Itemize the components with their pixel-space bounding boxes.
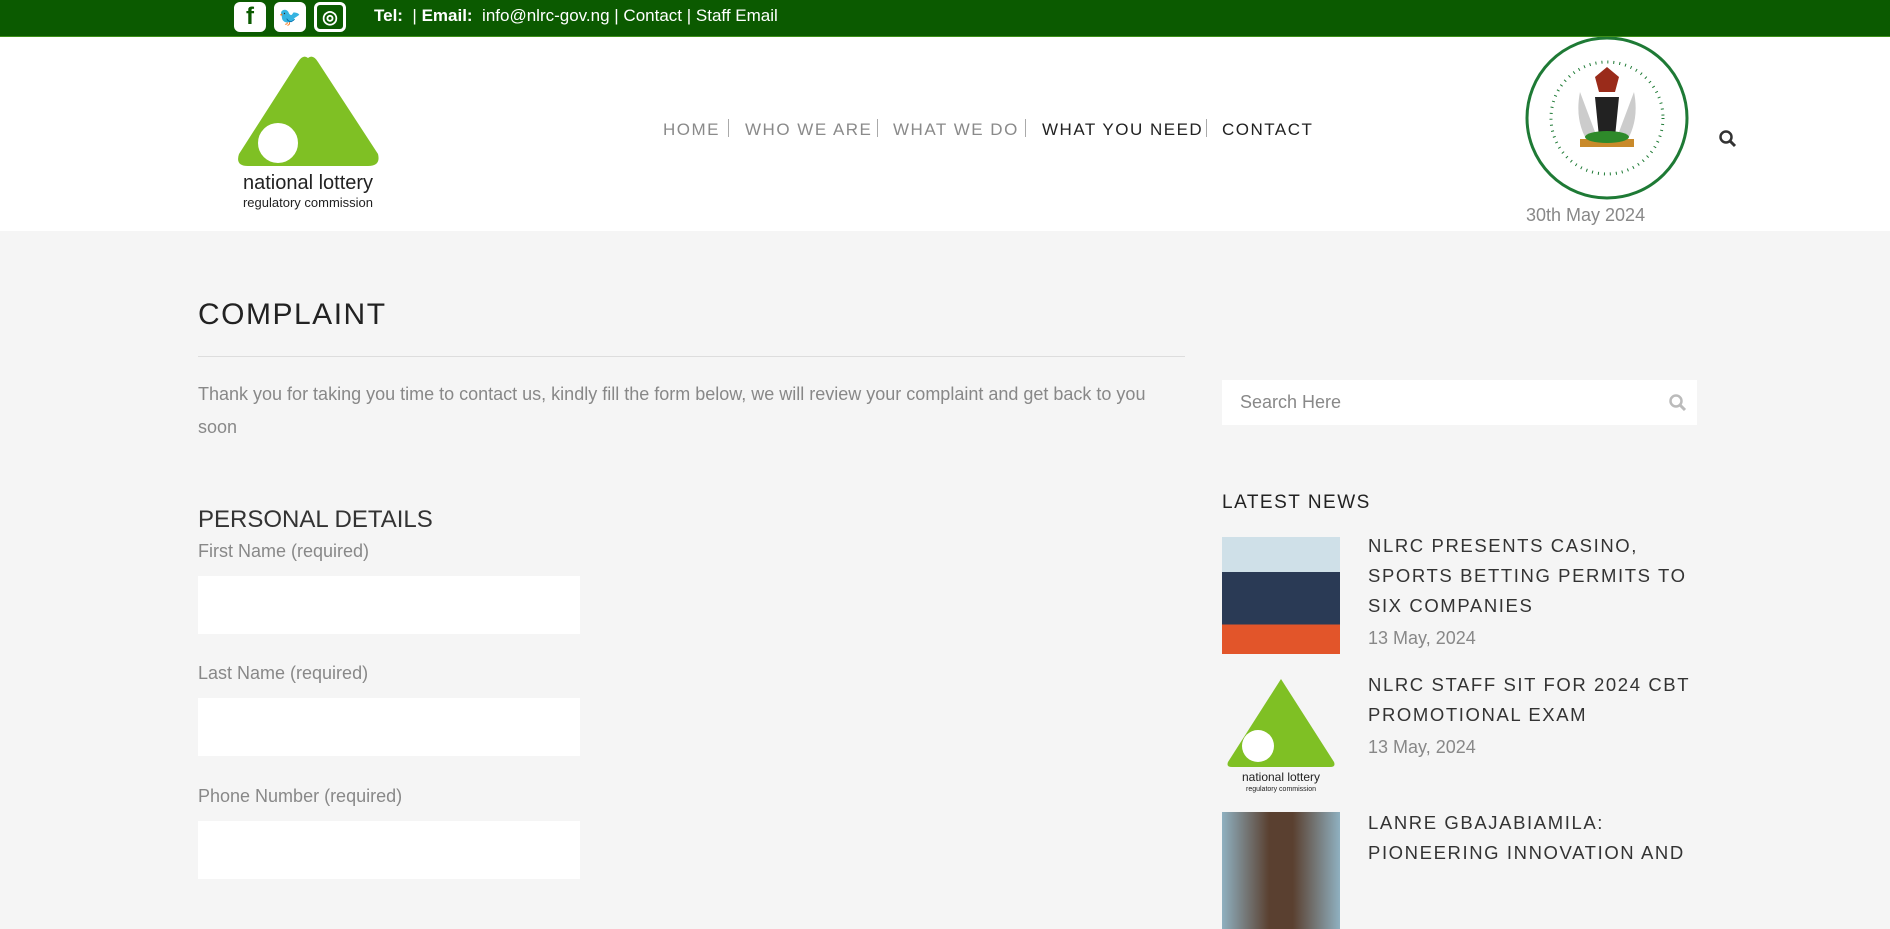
instagram-icon[interactable]: ◎	[314, 2, 346, 32]
contact-link[interactable]: Contact	[623, 6, 682, 25]
news-thumbnail[interactable]: national lottery regulatory commission	[1222, 677, 1340, 794]
page-title: COMPLAINT	[198, 298, 387, 331]
email-label: Email:	[421, 6, 473, 25]
latest-news-heading: LATEST NEWS	[1222, 492, 1371, 513]
first-name-input[interactable]	[198, 576, 580, 634]
nav-divider	[728, 119, 729, 137]
nav-divider	[877, 119, 878, 137]
section-heading: PERSONAL DETAILS	[198, 506, 433, 533]
logo-triangle-icon: national lottery regulatory commission	[1227, 679, 1335, 793]
phone-label: Phone Number (required)	[198, 786, 403, 806]
news-title[interactable]: NLRC PRESENTS CASINO, SPORTS BETTING PER…	[1368, 531, 1698, 621]
contact-info: Tel: | Email: info@nlrc-gov.ng | Contact…	[374, 6, 778, 25]
phone-input[interactable]	[198, 821, 580, 879]
news-thumbnail[interactable]	[1222, 537, 1340, 654]
last-name-label: Last Name (required)	[198, 663, 369, 683]
first-name-label: First Name (required)	[198, 541, 370, 561]
twitter-icon[interactable]: 🐦	[274, 2, 306, 32]
nav-who-we-are[interactable]: WHO WE ARE	[745, 120, 872, 140]
nav-home[interactable]: HOME	[663, 120, 720, 140]
logo[interactable]: national lottery regulatory commission	[233, 54, 383, 210]
search-icon[interactable]	[1719, 130, 1737, 148]
nav-divider	[1025, 119, 1026, 137]
logo-text: national lottery	[242, 172, 374, 194]
news-title[interactable]: NLRC STAFF SIT FOR 2024 CBT PROMOTIONAL …	[1368, 670, 1698, 730]
sidebar-search-input[interactable]	[1222, 380, 1697, 425]
nav-what-you-need[interactable]: WHAT YOU NEED	[1042, 120, 1203, 140]
search-icon[interactable]	[1669, 394, 1687, 412]
nav-contact[interactable]: CONTACT	[1222, 120, 1313, 140]
divider	[198, 356, 1185, 357]
facebook-icon[interactable]: f	[234, 2, 266, 32]
logo-subtext: regulatory commission	[242, 195, 374, 210]
news-thumbnail[interactable]	[1222, 812, 1340, 929]
presidential-seal-icon	[1525, 37, 1689, 200]
intro-text: Thank you for taking you time to contact…	[198, 384, 1146, 437]
svg-text:regulatory commission: regulatory commission	[1246, 786, 1316, 793]
news-title[interactable]: LANRE GBAJABIAMILA: PIONEERING INNOVATIO…	[1368, 808, 1698, 868]
current-date: 30th May 2024	[1526, 205, 1646, 225]
last-name-input[interactable]	[198, 698, 580, 756]
header: national lottery regulatory commission H…	[0, 37, 1890, 231]
tel-label: Tel:	[374, 6, 403, 25]
svg-text:national lottery: national lottery	[1242, 770, 1320, 784]
news-date: 13 May, 2024	[1368, 628, 1476, 648]
news-date: 13 May, 2024	[1368, 737, 1476, 757]
nav-what-we-do[interactable]: WHAT WE DO	[893, 120, 1019, 140]
email-link[interactable]: info@nlrc-gov.ng	[482, 6, 610, 25]
nav-divider	[1206, 119, 1207, 137]
top-bar: f 🐦 ◎ Tel: | Email: info@nlrc-gov.ng | C…	[0, 0, 1890, 37]
logo-triangle-icon	[238, 56, 379, 166]
staff-email-link[interactable]: Staff Email	[696, 6, 778, 25]
